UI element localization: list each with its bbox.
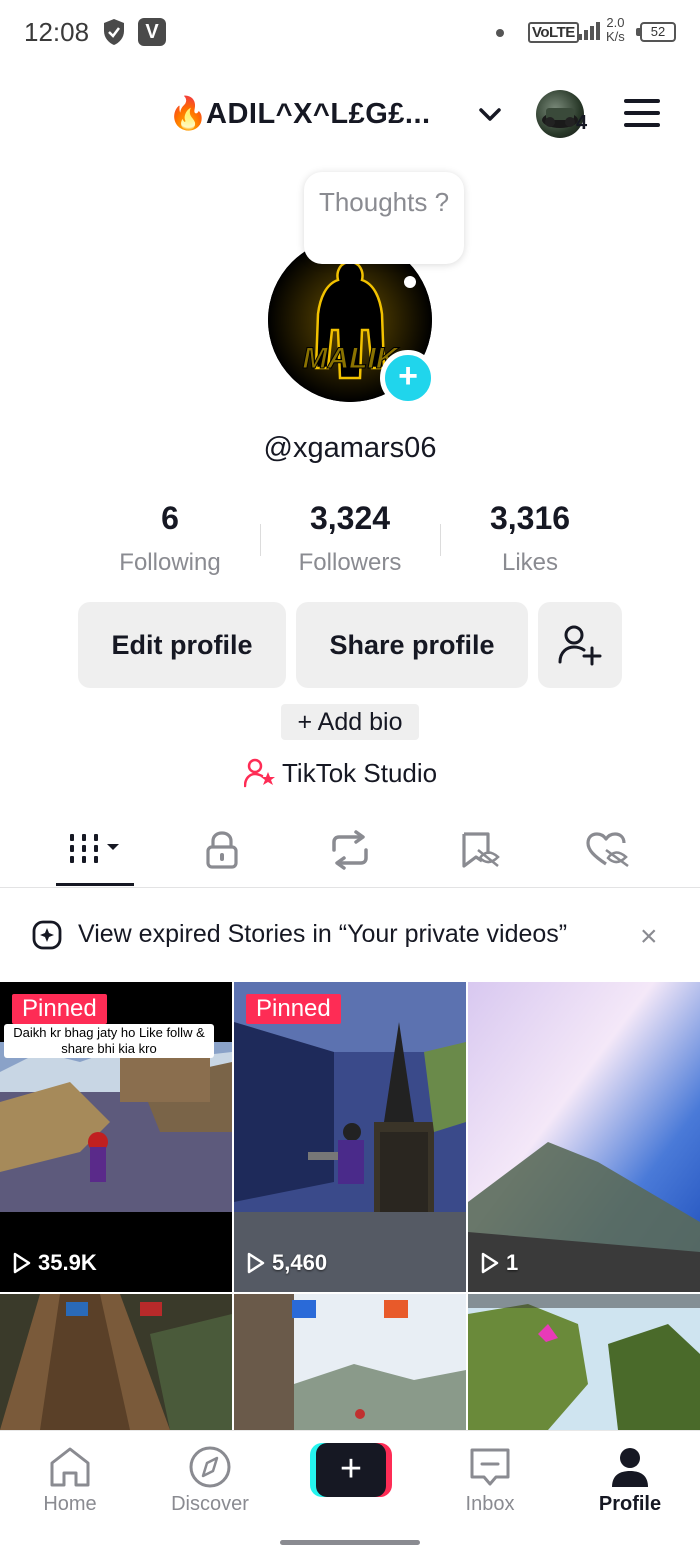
add-story-button[interactable]: + (380, 350, 436, 406)
expired-stories-banner[interactable]: View expired Stories in “Your private vi… (0, 904, 700, 968)
tab-favorites[interactable] (410, 816, 550, 886)
network-speed: 2.0 K/s (606, 15, 625, 44)
favorites-hidden-icon (462, 832, 500, 868)
likes-count: 3,316 (489, 500, 571, 536)
video-thumbnail[interactable] (468, 1294, 700, 1430)
nav-discover[interactable]: Discover (140, 1431, 280, 1516)
home-indicator[interactable] (280, 1540, 420, 1545)
followers-label: Followers (298, 549, 402, 576)
nav-discover-label: Discover (171, 1493, 249, 1515)
stat-followers[interactable]: 3,324 Followers (260, 500, 440, 577)
nav-home[interactable]: Home (0, 1431, 140, 1516)
view-count: 1 (480, 1250, 518, 1276)
studio-icon (244, 758, 275, 788)
chevron-down-icon[interactable] (476, 100, 504, 128)
video-thumbnail[interactable] (0, 1294, 232, 1430)
plus-icon: + (316, 1443, 386, 1497)
video-thumbnail[interactable]: 1 (468, 982, 700, 1292)
add-bio-button[interactable]: + Add bio (281, 704, 419, 740)
battery-icon: 52 (636, 22, 676, 42)
followers-count: 3,324 (309, 500, 391, 536)
create-button[interactable]: + (310, 1443, 392, 1497)
play-icon (481, 1252, 499, 1274)
nav-profile[interactable]: Profile (560, 1431, 700, 1516)
nav-inbox-label: Inbox (465, 1493, 515, 1515)
friends-count-badge: 4 (576, 112, 588, 134)
shield-icon (104, 19, 124, 45)
add-user-icon (558, 625, 602, 666)
tab-videos[interactable] (25, 816, 165, 886)
view-count: 5,460 (246, 1250, 327, 1276)
stat-likes[interactable]: 3,316 Likes (440, 500, 620, 577)
nav-profile-label: Profile (598, 1493, 662, 1515)
play-icon (247, 1252, 265, 1274)
status-time: 12:08 (24, 17, 90, 47)
repost-icon (332, 830, 368, 870)
notification-dot (496, 29, 504, 37)
tab-liked[interactable] (538, 816, 678, 886)
tiktok-studio-label: TikTok Studio (282, 758, 438, 788)
nav-home-label: Home (43, 1493, 97, 1515)
story-sparkle-icon (32, 920, 62, 950)
home-icon (50, 1447, 90, 1487)
nav-inbox[interactable]: Inbox (420, 1431, 560, 1516)
video-thumbnail[interactable]: Pinned Daikh kr bhag jaty ho Like follw … (0, 982, 232, 1292)
pinned-badge: Pinned (246, 994, 341, 1024)
account-switcher-name[interactable]: ADIL^X^L£G£... (206, 98, 431, 131)
tab-reposts[interactable] (280, 816, 420, 886)
stat-following[interactable]: 6 Following (80, 500, 260, 577)
v-app-icon: V (138, 18, 166, 46)
following-count: 6 (161, 500, 179, 536)
username: @xgamars06 (263, 432, 437, 464)
profile-icon (612, 1448, 648, 1487)
likes-label: Likes (501, 549, 559, 576)
video-caption: Daikh kr bhag jaty ho Like follw & share… (4, 1024, 214, 1058)
banner-text: View expired Stories in “Your private vi… (78, 920, 568, 948)
video-thumbnail[interactable] (234, 1294, 466, 1430)
close-icon[interactable]: × (640, 922, 658, 952)
pinned-badge: Pinned (12, 994, 107, 1024)
edit-profile-button[interactable]: Edit profile (78, 602, 286, 688)
play-icon (13, 1252, 31, 1274)
share-profile-button[interactable]: Share profile (296, 602, 528, 688)
menu-icon[interactable] (622, 96, 662, 130)
liked-hidden-icon (586, 832, 629, 868)
add-friends-button[interactable] (538, 602, 622, 688)
lock-icon (206, 831, 238, 869)
following-label: Following (119, 549, 221, 576)
thoughts-bubble-dot (404, 276, 416, 288)
video-thumbnail[interactable]: Pinned 5,460 (234, 982, 466, 1292)
status-bar: 12:08 V VoLTE 2.0 K/s 52 (0, 0, 700, 66)
profile-header: 🔥 ADIL^X^L£G£... 4 (0, 80, 700, 150)
tab-private[interactable] (152, 816, 292, 886)
fire-emoji: 🔥 (168, 95, 208, 131)
videos-grid-icon (70, 834, 119, 863)
thoughts-bubble[interactable]: Thoughts ? (304, 172, 464, 264)
compass-icon (189, 1446, 231, 1488)
video-grid: Pinned Daikh kr bhag jaty ho Like follw … (0, 982, 700, 1430)
profile-tabs (0, 816, 700, 888)
signal-icon (578, 22, 600, 40)
inbox-icon (470, 1448, 510, 1486)
view-count: 35.9K (12, 1250, 97, 1276)
profile-stats: 6 Following 3,324 Followers 3,316 Likes (80, 500, 620, 590)
bottom-navigation: Home Discover + Inbox Profile (0, 1430, 700, 1556)
active-tab-indicator (56, 883, 134, 886)
volte-indicator: VoLTE (528, 22, 579, 43)
